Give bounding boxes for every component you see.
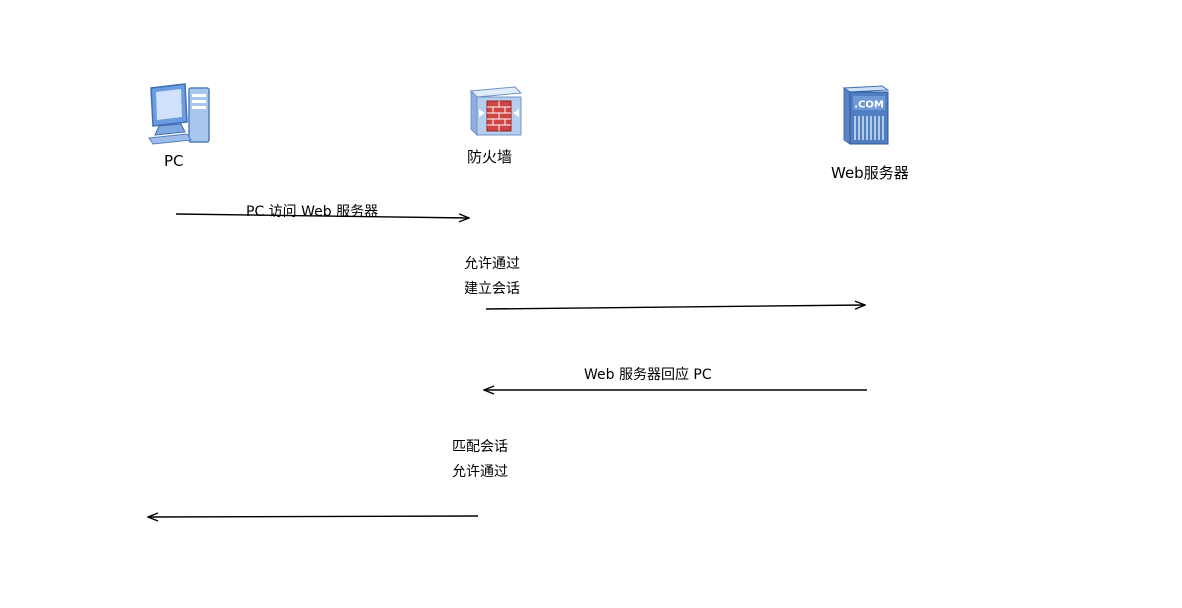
note-line: 匹配会话: [452, 439, 508, 455]
message-arrows: [0, 0, 867, 608]
note-line: 允许通过: [452, 464, 508, 480]
arrow-firewall-to-pc: [148, 516, 479, 517]
message-label-server-response: Web 服务器回应 PC: [584, 367, 712, 383]
arrow-firewall-to-server: [485, 305, 865, 309]
note-line: 建立会话: [464, 281, 520, 297]
message-label-pc-request: PC 访问 Web 服务器: [246, 204, 379, 220]
firewall-note-second: 匹配会话 允许通过: [452, 435, 508, 485]
note-line: 允许通过: [464, 256, 520, 272]
firewall-note-first: 允许通过 建立会话: [464, 252, 520, 302]
